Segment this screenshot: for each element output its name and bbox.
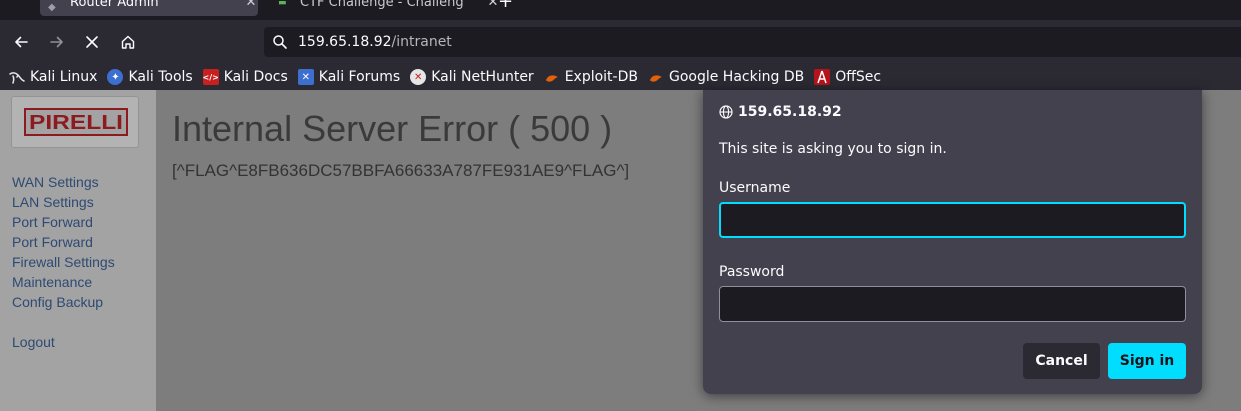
sidebar-nav: WAN Settings LAN Settings Port Forward P… (12, 172, 115, 352)
bookmark-label: Kali Linux (30, 69, 98, 85)
home-button[interactable] (116, 30, 140, 54)
bookmark-label: Kali NetHunter (431, 69, 534, 85)
bookmark-kali-linux[interactable]: Kali Linux (9, 69, 97, 85)
logo-frame: PIRELLI (11, 96, 139, 148)
tab-title: CTF Challenge - Challeng (300, 0, 464, 10)
password-label: Password (719, 264, 785, 280)
tab-strip: ◆ Router Admin ✕ ▬ CTF Challenge - Chall… (0, 0, 1241, 20)
bookmark-label: Google Hacking DB (668, 69, 805, 85)
tab-ctf-challenge[interactable]: ▬ CTF Challenge - Challeng ✕ (270, 0, 500, 16)
forward-button[interactable] (45, 30, 69, 54)
globe-icon (719, 105, 733, 119)
bookmark-kali-nethunter[interactable]: ✕ Kali NetHunter (410, 69, 534, 85)
sidebar-item-wan-settings[interactable]: WAN Settings (12, 172, 115, 192)
pirelli-logo: PIRELLI (24, 108, 128, 136)
kali-nethunter-icon: ✕ (410, 69, 427, 85)
tab-title: Router Admin (70, 0, 159, 10)
bookmark-label: Kali Tools (128, 69, 193, 85)
kali-docs-icon: </> (203, 69, 219, 85)
forward-arrow-icon (50, 36, 63, 48)
bookmark-kali-tools[interactable]: ✦ Kali Tools (107, 69, 193, 85)
bookmark-exploit-db[interactable]: Exploit-DB (544, 69, 638, 85)
sidebar-item-lan-settings[interactable]: LAN Settings (12, 192, 115, 212)
stop-loading-icon (86, 36, 98, 48)
bookmark-offsec[interactable]: OffSec (814, 69, 881, 85)
stop-button[interactable] (80, 30, 104, 54)
kali-tools-icon: ✦ (107, 69, 124, 85)
bookmark-label: OffSec (835, 69, 882, 85)
bookmark-label: Kali Forums (318, 69, 401, 85)
bookmark-label: Kali Docs (223, 69, 288, 85)
sign-in-button[interactable]: Sign in (1108, 343, 1186, 379)
sidebar-item-port-forward-2[interactable]: Port Forward (12, 232, 115, 252)
bookmark-label: Exploit-DB (564, 69, 638, 85)
kali-forums-icon: ✕ (297, 69, 314, 85)
bookmarks-toolbar: Kali Linux ✦ Kali Tools </> Kali Docs ✕ … (0, 64, 1241, 90)
bookmark-google-hacking-db[interactable]: Google Hacking DB (648, 69, 804, 85)
auth-dialog: 159.65.18.92 This site is asking you to … (703, 90, 1202, 394)
address-bar[interactable]: 159.65.18.92/intranet (264, 27, 1241, 57)
sidebar: PIRELLI WAN Settings LAN Settings Port F… (0, 90, 156, 411)
page-icon: ◆ (48, 2, 56, 13)
flag-text: [^FLAG^E8FB636DC57BBFA66633A787FE931AE9^… (172, 161, 630, 180)
cancel-button[interactable]: Cancel (1023, 343, 1100, 379)
ghdb-icon (648, 69, 664, 85)
svg-text:PIRELLI: PIRELLI (29, 112, 123, 134)
close-tab-icon[interactable]: ✕ (244, 0, 258, 10)
kali-dragon-icon (9, 69, 25, 85)
sidebar-item-maintenance[interactable]: Maintenance (12, 272, 115, 292)
url-path: /intranet (391, 34, 452, 50)
url-host: 159.65.18.92 (298, 34, 392, 50)
password-field[interactable] (719, 286, 1186, 322)
sidebar-item-logout[interactable]: Logout (12, 332, 115, 352)
bookmark-kali-docs[interactable]: </> Kali Docs (203, 69, 288, 85)
tab-router-admin[interactable]: ◆ Router Admin ✕ (40, 0, 258, 16)
username-field[interactable] (719, 202, 1186, 238)
bookmark-kali-forums[interactable]: ✕ Kali Forums (297, 69, 401, 85)
back-button[interactable] (9, 30, 33, 54)
search-icon (272, 34, 288, 50)
dialog-host-text: 159.65.18.92 (738, 104, 842, 120)
navigation-toolbar: 159.65.18.92/intranet (0, 20, 1241, 64)
sidebar-item-port-forward[interactable]: Port Forward (12, 212, 115, 232)
home-icon (121, 35, 135, 49)
terminal-icon: ▬ (278, 0, 287, 8)
new-tab-button[interactable]: + (498, 0, 513, 12)
dialog-host: 159.65.18.92 (719, 104, 842, 120)
exploit-db-icon (544, 69, 560, 85)
sidebar-item-firewall-settings[interactable]: Firewall Settings (12, 252, 115, 272)
username-label: Username (719, 180, 791, 196)
offsec-icon (814, 69, 831, 85)
sidebar-item-config-backup[interactable]: Config Backup (12, 292, 115, 312)
page-title: Internal Server Error ( 500 ) (172, 108, 613, 149)
dialog-message: This site is asking you to sign in. (719, 141, 947, 157)
back-arrow-icon (15, 36, 28, 48)
